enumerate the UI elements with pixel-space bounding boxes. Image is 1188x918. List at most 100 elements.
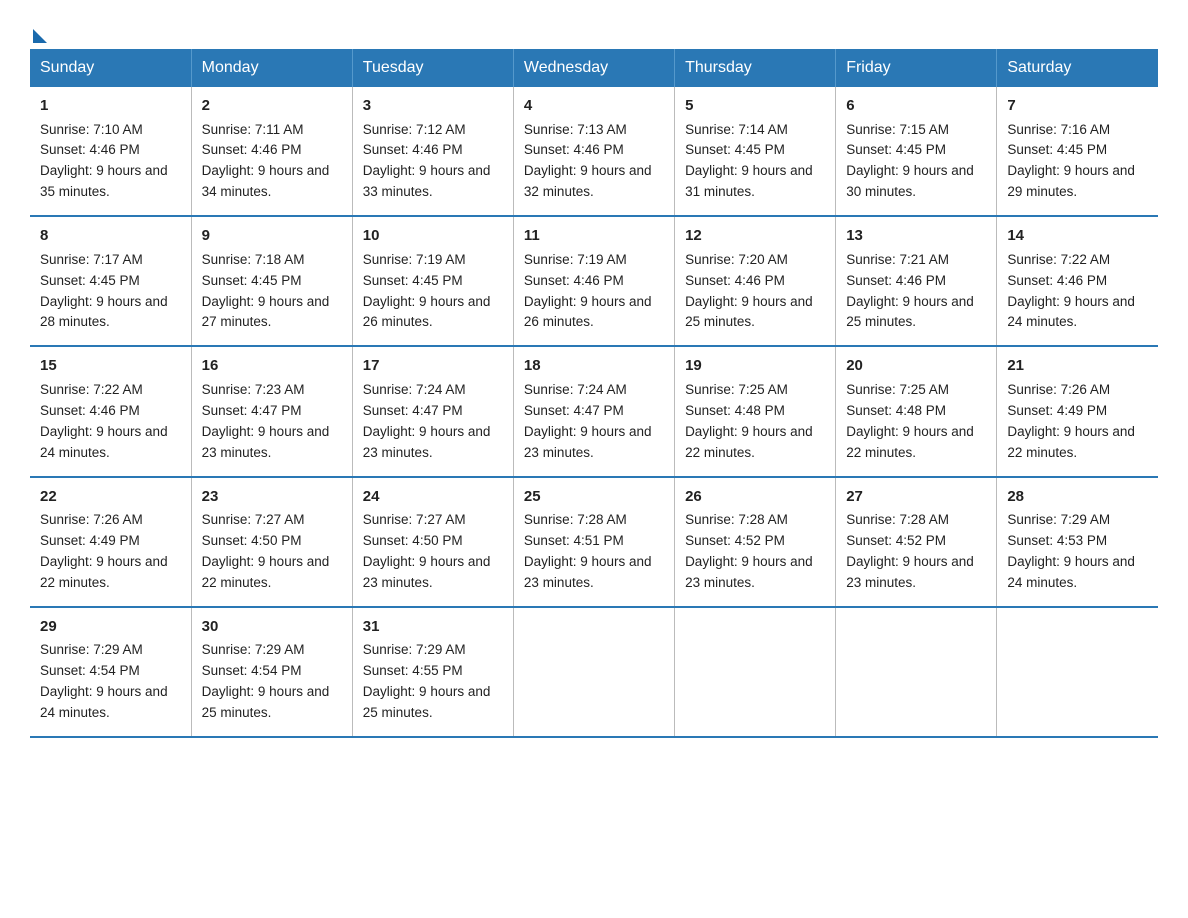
day-info: Sunrise: 7:29 AMSunset: 4:54 PMDaylight:…: [202, 642, 330, 720]
header-monday: Monday: [191, 49, 352, 87]
calendar-week-row: 1 Sunrise: 7:10 AMSunset: 4:46 PMDaylight…: [30, 87, 1158, 216]
day-number: 7: [1007, 95, 1148, 118]
day-info: Sunrise: 7:19 AMSunset: 4:46 PMDaylight:…: [524, 252, 652, 330]
calendar-day-cell: 27 Sunrise: 7:28 AMSunset: 4:52 PMDayligh…: [836, 477, 997, 607]
day-number: 17: [363, 355, 503, 378]
day-number: 28: [1007, 486, 1148, 509]
day-number: 16: [202, 355, 342, 378]
calendar-day-cell: 25 Sunrise: 7:28 AMSunset: 4:51 PMDayligh…: [513, 477, 674, 607]
day-number: 2: [202, 95, 342, 118]
day-info: Sunrise: 7:28 AMSunset: 4:51 PMDaylight:…: [524, 512, 652, 590]
calendar-day-cell: 18 Sunrise: 7:24 AMSunset: 4:47 PMDayligh…: [513, 346, 674, 476]
day-number: 6: [846, 95, 986, 118]
calendar-day-cell: 15 Sunrise: 7:22 AMSunset: 4:46 PMDayligh…: [30, 346, 191, 476]
day-number: 26: [685, 486, 825, 509]
day-info: Sunrise: 7:18 AMSunset: 4:45 PMDaylight:…: [202, 252, 330, 330]
day-info: Sunrise: 7:27 AMSunset: 4:50 PMDaylight:…: [363, 512, 491, 590]
day-number: 21: [1007, 355, 1148, 378]
calendar-day-cell: 26 Sunrise: 7:28 AMSunset: 4:52 PMDayligh…: [675, 477, 836, 607]
logo: [30, 25, 47, 39]
day-info: Sunrise: 7:17 AMSunset: 4:45 PMDaylight:…: [40, 252, 168, 330]
day-number: 22: [40, 486, 181, 509]
day-info: Sunrise: 7:26 AMSunset: 4:49 PMDaylight:…: [1007, 382, 1135, 460]
day-number: 29: [40, 616, 181, 639]
day-number: 11: [524, 225, 664, 248]
day-number: 4: [524, 95, 664, 118]
calendar-day-cell: 24 Sunrise: 7:27 AMSunset: 4:50 PMDayligh…: [352, 477, 513, 607]
calendar-week-row: 8Sunrise: 7:17 AMSunset: 4:45 PMDaylight…: [30, 216, 1158, 346]
day-number: 9: [202, 225, 342, 248]
day-number: 5: [685, 95, 825, 118]
calendar-day-cell: 20 Sunrise: 7:25 AMSunset: 4:48 PMDayligh…: [836, 346, 997, 476]
day-info: Sunrise: 7:28 AMSunset: 4:52 PMDaylight:…: [685, 512, 813, 590]
calendar-day-cell: 11 Sunrise: 7:19 AMSunset: 4:46 PMDayligh…: [513, 216, 674, 346]
header-sunday: Sunday: [30, 49, 191, 87]
calendar-day-cell: 21 Sunrise: 7:26 AMSunset: 4:49 PMDayligh…: [997, 346, 1158, 476]
calendar-week-row: 29 Sunrise: 7:29 AMSunset: 4:54 PMDayligh…: [30, 607, 1158, 737]
calendar-day-cell: 7 Sunrise: 7:16 AMSunset: 4:45 PMDaylight…: [997, 87, 1158, 216]
calendar-day-cell: 9 Sunrise: 7:18 AMSunset: 4:45 PMDaylight…: [191, 216, 352, 346]
calendar-day-cell: 19 Sunrise: 7:25 AMSunset: 4:48 PMDayligh…: [675, 346, 836, 476]
calendar-day-cell: 3 Sunrise: 7:12 AMSunset: 4:46 PMDaylight…: [352, 87, 513, 216]
day-info: Sunrise: 7:16 AMSunset: 4:45 PMDaylight:…: [1007, 122, 1135, 200]
day-number: 30: [202, 616, 342, 639]
logo-triangle-icon: [33, 29, 47, 43]
day-info: Sunrise: 7:14 AMSunset: 4:45 PMDaylight:…: [685, 122, 813, 200]
calendar-empty-cell: [675, 607, 836, 737]
calendar-day-cell: 5 Sunrise: 7:14 AMSunset: 4:45 PMDaylight…: [675, 87, 836, 216]
day-number: 1: [40, 95, 181, 118]
day-number: 12: [685, 225, 825, 248]
day-number: 15: [40, 355, 181, 378]
day-number: 24: [363, 486, 503, 509]
header-wednesday: Wednesday: [513, 49, 674, 87]
header-tuesday: Tuesday: [352, 49, 513, 87]
header-thursday: Thursday: [675, 49, 836, 87]
calendar-day-cell: 4 Sunrise: 7:13 AMSunset: 4:46 PMDaylight…: [513, 87, 674, 216]
day-number: 23: [202, 486, 342, 509]
calendar-day-cell: 1 Sunrise: 7:10 AMSunset: 4:46 PMDaylight…: [30, 87, 191, 216]
calendar-day-cell: 28 Sunrise: 7:29 AMSunset: 4:53 PMDayligh…: [997, 477, 1158, 607]
day-info: Sunrise: 7:29 AMSunset: 4:55 PMDaylight:…: [363, 642, 491, 720]
calendar-week-row: 15 Sunrise: 7:22 AMSunset: 4:46 PMDayligh…: [30, 346, 1158, 476]
calendar-day-cell: 31Sunrise: 7:29 AMSunset: 4:55 PMDayligh…: [352, 607, 513, 737]
calendar-day-cell: 23 Sunrise: 7:27 AMSunset: 4:50 PMDayligh…: [191, 477, 352, 607]
day-info: Sunrise: 7:22 AMSunset: 4:46 PMDaylight:…: [1007, 252, 1135, 330]
calendar-empty-cell: [997, 607, 1158, 737]
day-number: 3: [363, 95, 503, 118]
header-row: SundayMondayTuesdayWednesdayThursdayFrid…: [30, 49, 1158, 87]
calendar-day-cell: 6 Sunrise: 7:15 AMSunset: 4:45 PMDaylight…: [836, 87, 997, 216]
calendar-day-cell: 30 Sunrise: 7:29 AMSunset: 4:54 PMDayligh…: [191, 607, 352, 737]
day-info: Sunrise: 7:28 AMSunset: 4:52 PMDaylight:…: [846, 512, 974, 590]
day-number: 20: [846, 355, 986, 378]
day-info: Sunrise: 7:27 AMSunset: 4:50 PMDaylight:…: [202, 512, 330, 590]
day-info: Sunrise: 7:15 AMSunset: 4:45 PMDaylight:…: [846, 122, 974, 200]
calendar-day-cell: 8Sunrise: 7:17 AMSunset: 4:45 PMDaylight…: [30, 216, 191, 346]
day-info: Sunrise: 7:25 AMSunset: 4:48 PMDaylight:…: [685, 382, 813, 460]
calendar-day-cell: 13 Sunrise: 7:21 AMSunset: 4:46 PMDayligh…: [836, 216, 997, 346]
day-number: 27: [846, 486, 986, 509]
day-info: Sunrise: 7:26 AMSunset: 4:49 PMDaylight:…: [40, 512, 168, 590]
day-info: Sunrise: 7:10 AMSunset: 4:46 PMDaylight:…: [40, 122, 168, 200]
day-info: Sunrise: 7:13 AMSunset: 4:46 PMDaylight:…: [524, 122, 652, 200]
day-number: 18: [524, 355, 664, 378]
day-number: 13: [846, 225, 986, 248]
calendar-day-cell: 14Sunrise: 7:22 AMSunset: 4:46 PMDayligh…: [997, 216, 1158, 346]
calendar-day-cell: 12Sunrise: 7:20 AMSunset: 4:46 PMDayligh…: [675, 216, 836, 346]
calendar-week-row: 22 Sunrise: 7:26 AMSunset: 4:49 PMDayligh…: [30, 477, 1158, 607]
calendar-day-cell: 10Sunrise: 7:19 AMSunset: 4:45 PMDayligh…: [352, 216, 513, 346]
day-info: Sunrise: 7:23 AMSunset: 4:47 PMDaylight:…: [202, 382, 330, 460]
day-number: 25: [524, 486, 664, 509]
day-info: Sunrise: 7:29 AMSunset: 4:54 PMDaylight:…: [40, 642, 168, 720]
day-info: Sunrise: 7:24 AMSunset: 4:47 PMDaylight:…: [524, 382, 652, 460]
calendar-day-cell: 22 Sunrise: 7:26 AMSunset: 4:49 PMDayligh…: [30, 477, 191, 607]
day-info: Sunrise: 7:12 AMSunset: 4:46 PMDaylight:…: [363, 122, 491, 200]
day-info: Sunrise: 7:11 AMSunset: 4:46 PMDaylight:…: [202, 122, 330, 200]
day-info: Sunrise: 7:25 AMSunset: 4:48 PMDaylight:…: [846, 382, 974, 460]
day-number: 19: [685, 355, 825, 378]
calendar-day-cell: 2 Sunrise: 7:11 AMSunset: 4:46 PMDaylight…: [191, 87, 352, 216]
calendar-day-cell: 17 Sunrise: 7:24 AMSunset: 4:47 PMDayligh…: [352, 346, 513, 476]
day-info: Sunrise: 7:24 AMSunset: 4:47 PMDaylight:…: [363, 382, 491, 460]
day-info: Sunrise: 7:22 AMSunset: 4:46 PMDaylight:…: [40, 382, 168, 460]
day-info: Sunrise: 7:29 AMSunset: 4:53 PMDaylight:…: [1007, 512, 1135, 590]
day-info: Sunrise: 7:21 AMSunset: 4:46 PMDaylight:…: [846, 252, 974, 330]
